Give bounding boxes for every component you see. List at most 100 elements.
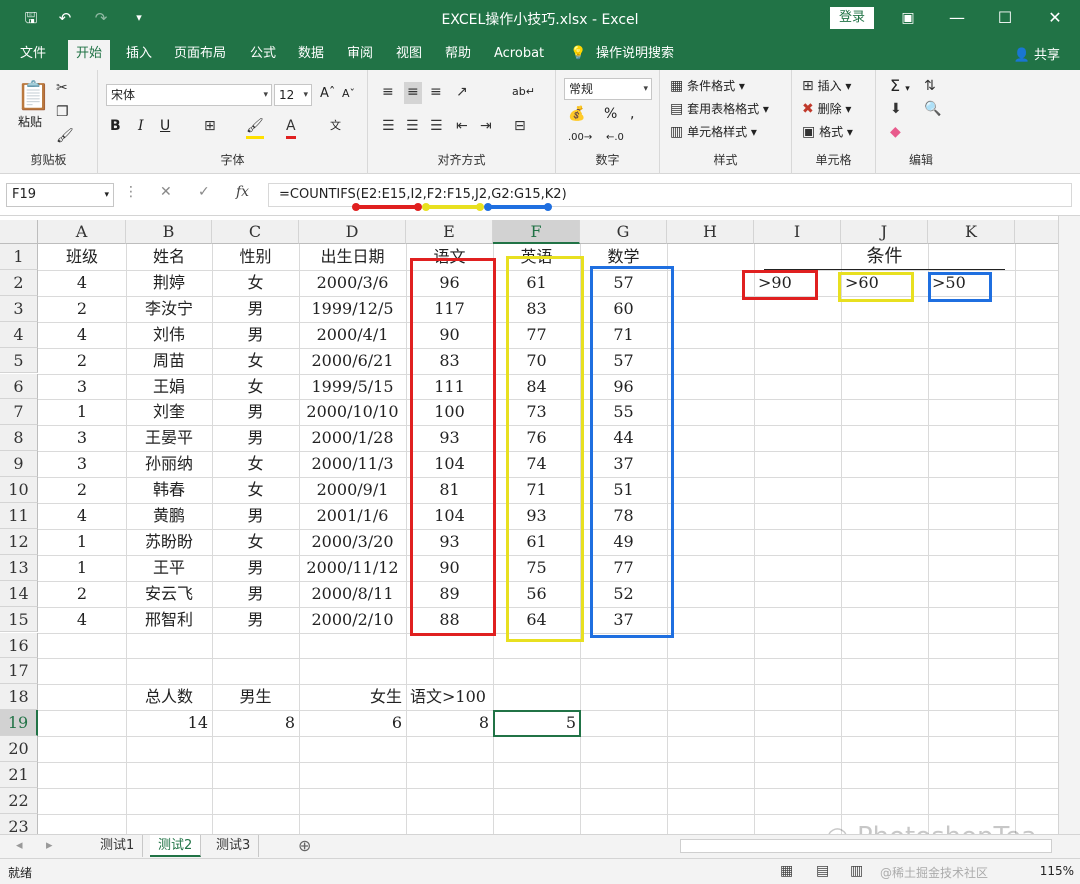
table-cell[interactable]: 邢智利: [126, 607, 212, 633]
increase-font-icon[interactable]: Aˆ: [320, 84, 335, 106]
phonetic-icon[interactable]: 文: [330, 116, 341, 138]
summary-label[interactable]: 男生: [212, 684, 299, 710]
tab-acrobat[interactable]: Acrobat: [494, 44, 544, 64]
row-header-8[interactable]: 8: [0, 425, 38, 452]
delete-button[interactable]: ✖ 删除 ▾: [802, 99, 851, 121]
summary-value[interactable]: 6: [299, 710, 406, 736]
table-cell[interactable]: 4: [38, 503, 126, 529]
insert-button[interactable]: ⊞ 插入 ▾: [802, 76, 851, 98]
table-cell[interactable]: 男: [212, 581, 299, 607]
paste-label[interactable]: 粘贴: [18, 112, 42, 134]
save-icon[interactable]: 🖫: [20, 8, 42, 28]
column-header-partial[interactable]: [1015, 220, 1058, 244]
table-cell[interactable]: 女: [212, 529, 299, 555]
table-cell[interactable]: 3: [38, 425, 126, 451]
align-right-icon[interactable]: ☰: [430, 116, 443, 138]
border-icon[interactable]: ⊞: [204, 116, 216, 138]
orientation-icon[interactable]: ↗: [456, 82, 468, 104]
table-cell[interactable]: 1: [38, 555, 126, 581]
table-cell[interactable]: 荆婷: [126, 270, 212, 296]
table-cell[interactable]: 4: [38, 270, 126, 296]
page-break-view-icon[interactable]: ▥: [850, 863, 863, 879]
sort-filter-icon[interactable]: ⇅: [924, 76, 936, 98]
paste-icon[interactable]: 📋: [16, 76, 51, 116]
table-cell[interactable]: 男: [212, 399, 299, 425]
header-cell[interactable]: 班级: [38, 244, 126, 270]
table-cell[interactable]: 女: [212, 374, 299, 400]
table-cell[interactable]: 4: [38, 607, 126, 633]
tab-view[interactable]: 视图: [396, 44, 422, 64]
table-cell[interactable]: 安云飞: [126, 581, 212, 607]
tell-me-search[interactable]: 操作说明搜索: [596, 44, 674, 64]
table-cell[interactable]: 女: [212, 270, 299, 296]
table-cell[interactable]: 王平: [126, 555, 212, 581]
row-header-14[interactable]: 14: [0, 580, 38, 607]
table-cell[interactable]: 2: [38, 581, 126, 607]
table-cell[interactable]: 1: [38, 399, 126, 425]
table-cell[interactable]: 刘奎: [126, 399, 212, 425]
table-cell[interactable]: 2000/4/1: [299, 322, 406, 348]
table-cell[interactable]: 2000/11/12: [299, 555, 406, 581]
font-color-icon[interactable]: A: [286, 116, 296, 139]
table-cell[interactable]: 男: [212, 607, 299, 633]
row-header-6[interactable]: 6: [0, 373, 38, 400]
summary-label[interactable]: 总人数: [126, 684, 212, 710]
tab-formulas[interactable]: 公式: [250, 44, 276, 64]
align-left-icon[interactable]: ☰: [382, 116, 395, 138]
table-cell[interactable]: 2000/9/1: [299, 477, 406, 503]
align-middle-icon[interactable]: ≡: [404, 82, 422, 104]
login-button[interactable]: 登录: [830, 7, 874, 29]
row-header-5[interactable]: 5: [0, 347, 38, 374]
formula-input[interactable]: =COUNTIFS(E2:E15,I2,F2:F15,J2,G2:G15,K2): [268, 183, 1072, 207]
column-header-a[interactable]: A: [38, 220, 126, 244]
tab-data[interactable]: 数据: [298, 44, 324, 64]
autosum-icon[interactable]: Σ ▾: [890, 76, 910, 98]
header-cell[interactable]: 姓名: [126, 244, 212, 270]
row-header-18[interactable]: 18: [0, 684, 38, 711]
column-header-b[interactable]: B: [126, 220, 212, 244]
summary-value[interactable]: 14: [126, 710, 212, 736]
row-header-23[interactable]: 23: [0, 813, 38, 834]
name-box[interactable]: F19 ▾: [6, 183, 114, 207]
vertical-scrollbar[interactable]: [1058, 216, 1080, 834]
percent-icon[interactable]: %: [604, 104, 617, 126]
number-format-select[interactable]: 常规 ▾: [564, 78, 652, 100]
column-header-e[interactable]: E: [406, 220, 493, 244]
close-button[interactable]: ✕: [1040, 5, 1070, 31]
comma-icon[interactable]: ,: [630, 104, 634, 126]
row-header-21[interactable]: 21: [0, 762, 38, 788]
align-center-icon[interactable]: ☰: [406, 116, 419, 138]
summary-value[interactable]: 8: [212, 710, 299, 736]
row-header-19[interactable]: 19: [0, 710, 38, 737]
tab-page-layout[interactable]: 页面布局: [174, 44, 226, 64]
header-cell[interactable]: 出生日期: [299, 244, 406, 270]
bold-button[interactable]: B: [110, 116, 121, 138]
table-cell[interactable]: 3: [38, 451, 126, 477]
enter-icon[interactable]: ✓: [198, 184, 210, 200]
row-header-7[interactable]: 7: [0, 399, 38, 426]
page-layout-view-icon[interactable]: ▤: [816, 863, 829, 879]
table-cell[interactable]: 2000/6/21: [299, 348, 406, 374]
tab-file[interactable]: 文件: [20, 44, 46, 64]
format-button[interactable]: ▣ 格式 ▾: [802, 122, 853, 144]
table-cell[interactable]: 3: [38, 374, 126, 400]
italic-button[interactable]: I: [138, 116, 144, 138]
insert-function-icon[interactable]: fx: [236, 184, 249, 200]
table-cell[interactable]: 男: [212, 296, 299, 322]
column-header-i[interactable]: I: [754, 220, 841, 244]
decrease-font-icon[interactable]: Aˇ: [342, 84, 355, 106]
row-header-20[interactable]: 20: [0, 736, 38, 762]
table-format-button[interactable]: ▤ 套用表格格式 ▾: [670, 99, 769, 121]
minimize-button[interactable]: —: [942, 5, 972, 31]
row-header-9[interactable]: 9: [0, 451, 38, 478]
tab-review[interactable]: 审阅: [347, 44, 373, 64]
table-cell[interactable]: 女: [212, 451, 299, 477]
table-cell[interactable]: 韩春: [126, 477, 212, 503]
table-cell[interactable]: 2: [38, 296, 126, 322]
table-cell[interactable]: 王娟: [126, 374, 212, 400]
table-cell[interactable]: 周苗: [126, 348, 212, 374]
table-cell[interactable]: 王晏平: [126, 425, 212, 451]
column-header-g[interactable]: G: [580, 220, 667, 244]
undo-icon[interactable]: ↶: [54, 8, 76, 28]
maximize-button[interactable]: ☐: [990, 5, 1020, 31]
